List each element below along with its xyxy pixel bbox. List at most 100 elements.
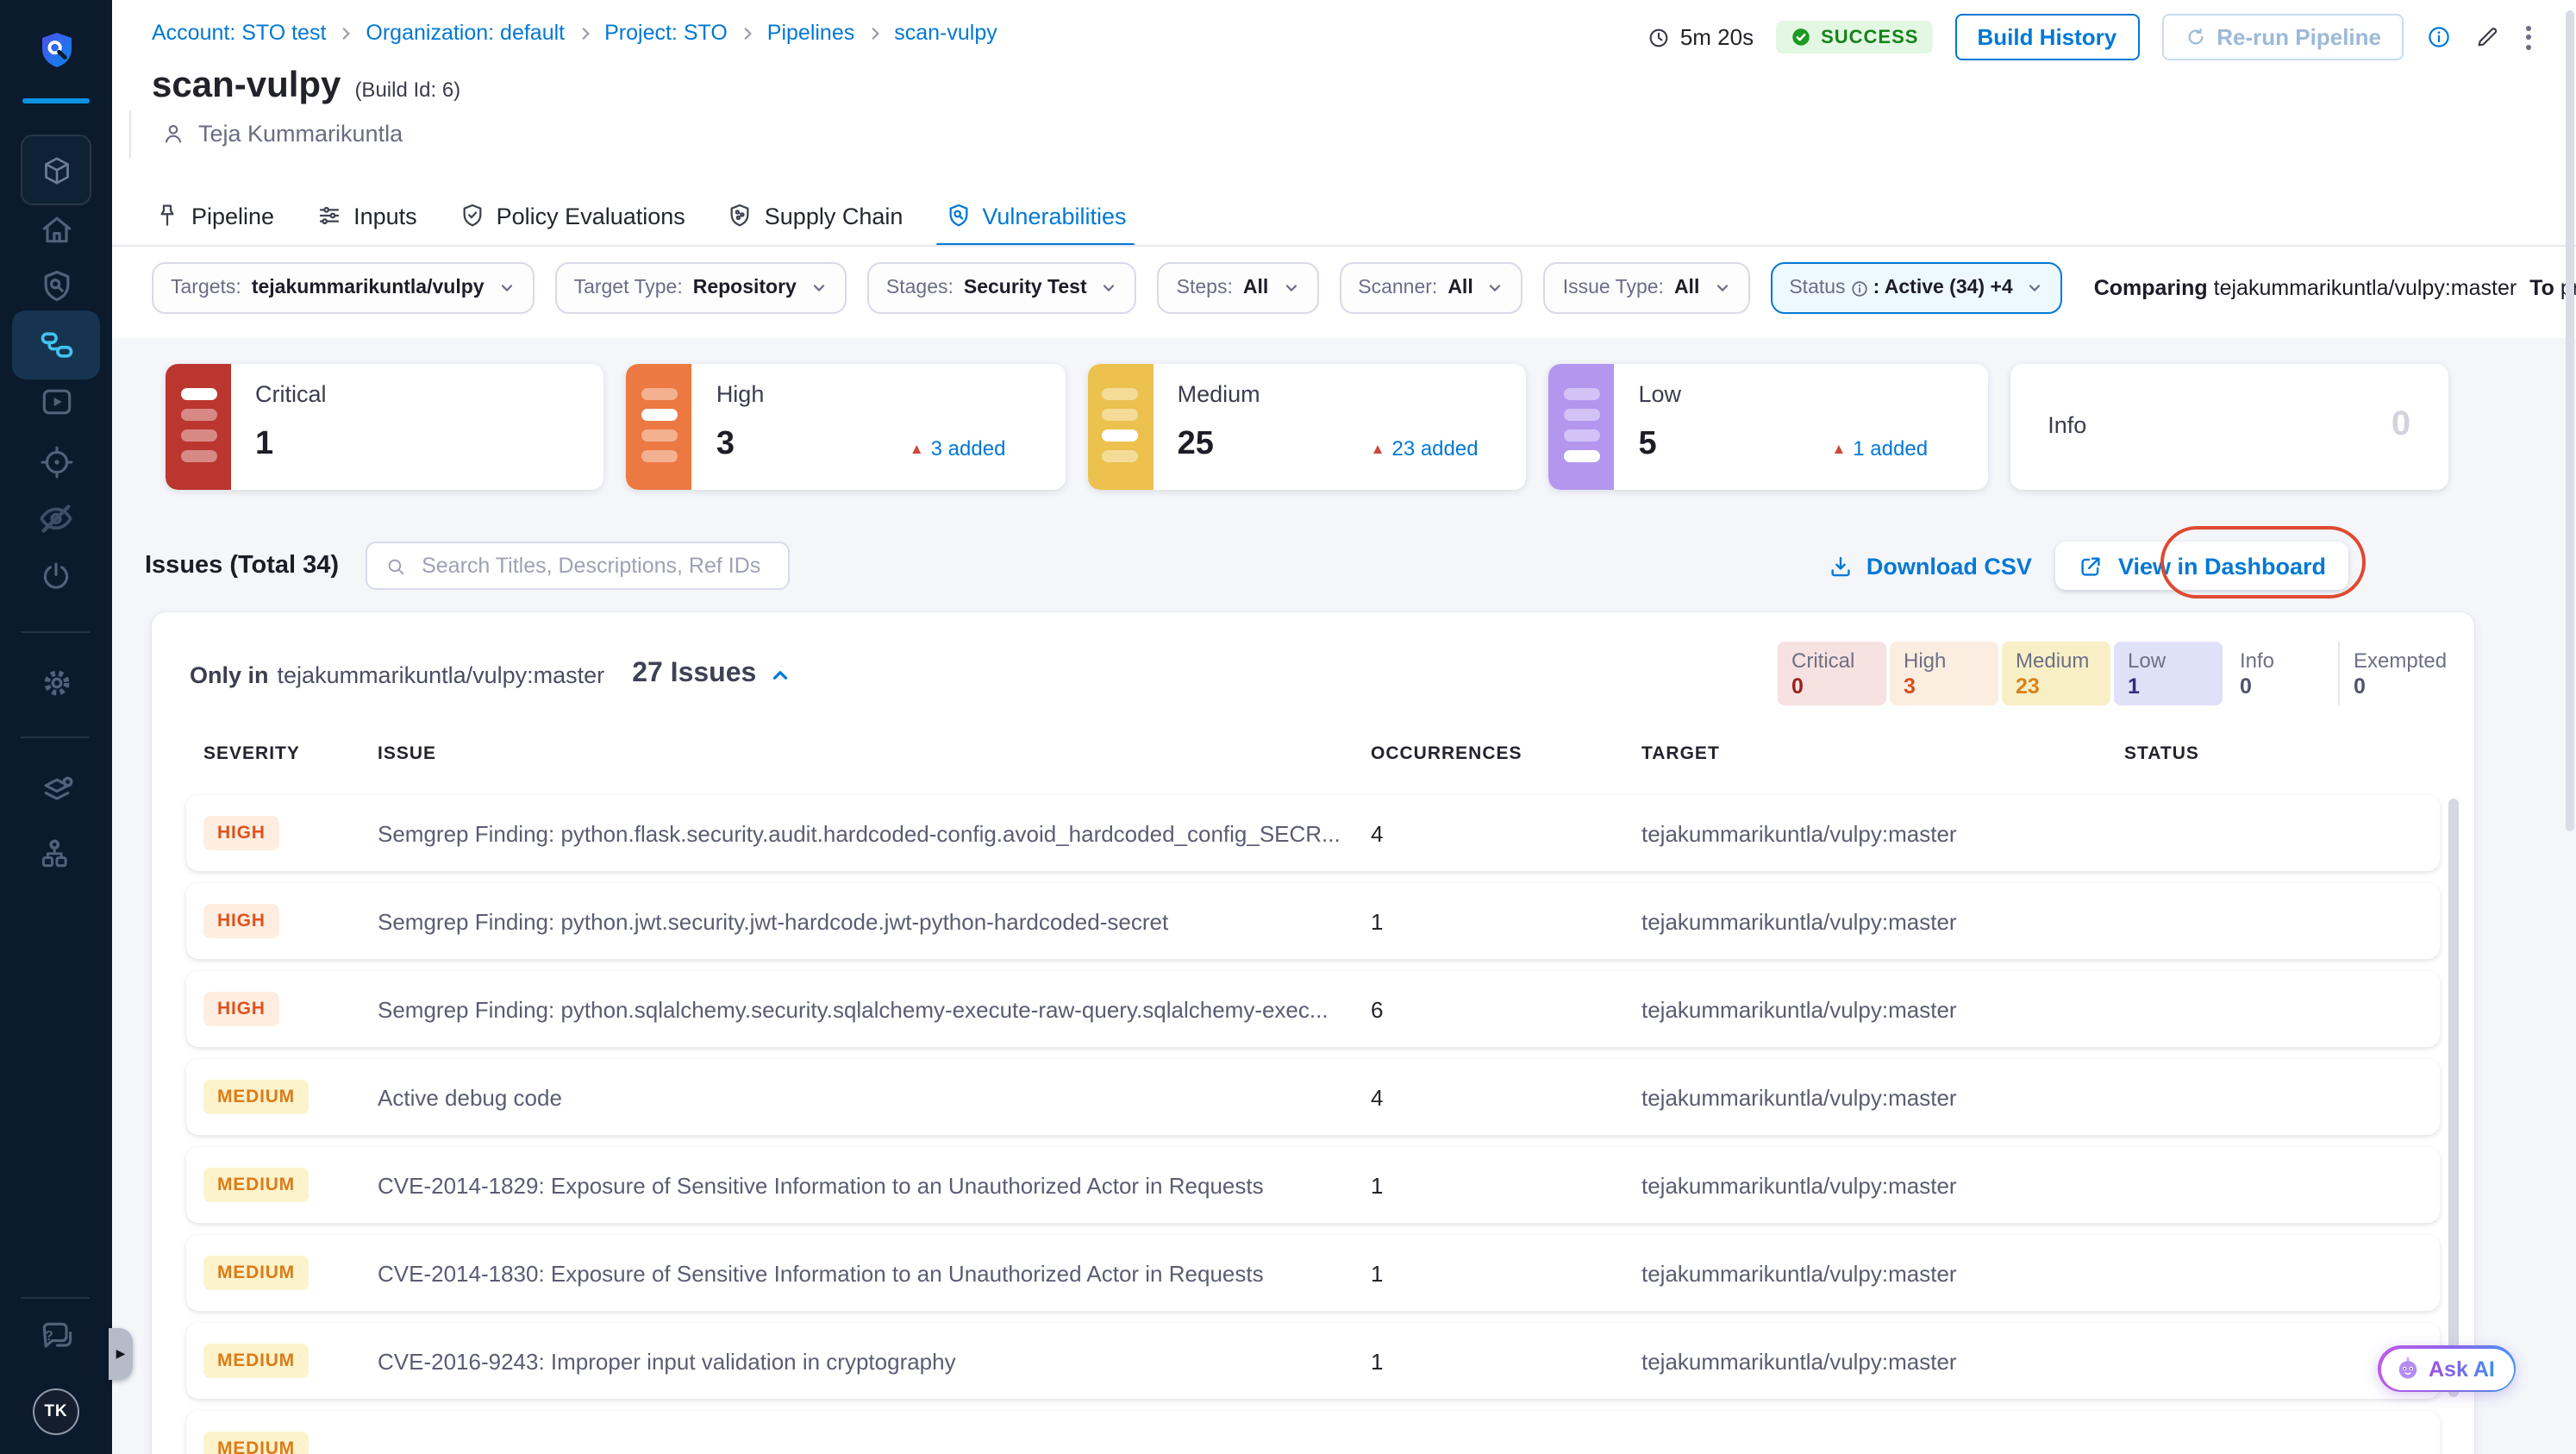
info-icon[interactable] [2426, 24, 2452, 50]
breadcrumb-pipelines[interactable]: Pipelines [767, 21, 854, 45]
title-row: scan-vulpy (Build Id: 6) [152, 66, 460, 107]
filter-status[interactable]: Status : Active (34) +4 [1770, 262, 2063, 314]
page-title: scan-vulpy [152, 66, 341, 105]
tab-vulnerabilities[interactable]: Vulnerabilities [935, 202, 1135, 247]
severity-card-high: High 3 ▲ 3 added [626, 364, 1066, 490]
filter-steps[interactable]: Steps: All [1157, 262, 1319, 314]
tab-supply-chain[interactable]: Supply Chain [727, 202, 903, 229]
issues-search[interactable] [365, 542, 790, 590]
added-count: ▲ 3 added [909, 436, 1006, 461]
table-row[interactable]: MEDIUM Active debug code 4 tejakummariku… [186, 1059, 2440, 1135]
table-row[interactable]: MEDIUM CVE-2016-9243: Improper input val… [186, 1323, 2440, 1399]
sidebar-item-home[interactable] [0, 210, 112, 248]
chevron-right-icon [338, 25, 353, 41]
play-box-icon [41, 389, 71, 415]
severity-bar [1548, 364, 1615, 490]
sidebar-item-overview[interactable] [0, 267, 112, 305]
issues-total-title: Issues (Total 34) [145, 552, 340, 580]
col-status: STATUS [2124, 743, 2199, 764]
breadcrumb-org[interactable]: Organization: default [366, 21, 565, 45]
check-circle-icon [1792, 28, 1810, 46]
table-row[interactable]: HIGH Semgrep Finding: python.jwt.securit… [186, 883, 2440, 959]
pill-high[interactable]: High 3 [1890, 642, 1998, 705]
table-scrollbar-thumb[interactable] [2448, 799, 2459, 1397]
left-nav: ? TK [0, 0, 112, 1454]
issues-table: HIGH Semgrep Finding: python.flask.secur… [186, 795, 2440, 1454]
sidebar-item-pipelines[interactable] [12, 310, 100, 379]
build-duration: 5m 20s [1648, 24, 1754, 50]
logo-active-underline [22, 98, 90, 103]
tab-inputs[interactable]: Inputs [316, 202, 417, 229]
gear-icon [43, 670, 69, 696]
breadcrumb-project[interactable]: Project: STO [604, 21, 728, 45]
help-question-glyph: ? [45, 1328, 53, 1344]
ai-robot-icon [2398, 1357, 2417, 1379]
breadcrumb-account[interactable]: Account: STO test [152, 21, 326, 45]
sliders-icon [316, 202, 343, 229]
table-row[interactable]: MEDIUM CVE-2014-1830: Exposure of Sensit… [186, 1235, 2440, 1311]
sidebar-item-executions[interactable] [0, 383, 112, 421]
chevron-right-icon [866, 25, 882, 41]
sidebar-item-hidden-issues[interactable] [0, 498, 112, 538]
pill-info[interactable]: Info 0 [2226, 642, 2335, 705]
comparing-label: Comparing tejakummarikuntla/vulpy:master… [2093, 276, 2576, 300]
ask-ai-button[interactable]: Ask AI [2378, 1345, 2517, 1392]
shield-search-icon [944, 202, 972, 229]
rerun-pipeline-button[interactable]: Re-run Pipeline [2161, 14, 2404, 60]
header-controls: 5m 20s SUCCESS Build History Re-run Pipe… [1648, 14, 2535, 60]
filter-bar: Targets: tejakummarikuntla/vulpy Target T… [152, 262, 2576, 314]
sidebar-item-org-setup[interactable] [0, 835, 112, 873]
download-csv-button[interactable]: Download CSV [1829, 553, 2032, 579]
table-row[interactable]: MEDIUM CVE-2014-1829: Exposure of Sensit… [186, 1147, 2440, 1223]
hierarchy-gear-icon [41, 839, 66, 868]
vulnerabilities-content: Critical 1 High 3 ▲ 3 added Medium 25 ▲ 23… [112, 338, 2576, 1454]
filter-issue-type[interactable]: Issue Type: All [1543, 262, 1750, 314]
pill-low[interactable]: Low 1 [2114, 642, 2223, 705]
tab-pipeline[interactable]: Pipeline [153, 202, 274, 229]
filter-stages[interactable]: Stages: Security Test [866, 262, 1137, 314]
table-row[interactable]: HIGH Semgrep Finding: python.sqlalchemy.… [186, 971, 2440, 1047]
sidebar-item-settings[interactable] [0, 664, 112, 702]
clock-icon [1650, 28, 1669, 47]
build-history-button[interactable]: Build History [1954, 14, 2140, 60]
home-icon [41, 216, 71, 243]
edit-pencil-icon[interactable] [2474, 24, 2500, 50]
table-row[interactable]: HIGH Semgrep Finding: python.flask.secur… [186, 795, 2440, 871]
author-timeline-rule [129, 110, 131, 159]
sto-logo-icon[interactable] [0, 29, 112, 71]
severity-badge: HIGH [203, 816, 279, 850]
page-scrollbar-thumb[interactable] [2566, 10, 2573, 831]
cube-icon [44, 156, 68, 184]
chevron-up-icon[interactable] [768, 663, 791, 686]
tab-policy-evaluations[interactable]: Policy Evaluations [459, 202, 685, 229]
sidebar-item-help[interactable] [0, 1318, 112, 1356]
sidebar-item-targets[interactable] [0, 443, 112, 481]
chat-help-icon [41, 1322, 72, 1348]
sidebar-item-exemptions[interactable] [0, 559, 112, 595]
search-input[interactable] [418, 552, 771, 580]
breadcrumb-current[interactable]: scan-vulpy [894, 21, 997, 45]
view-in-dashboard-button[interactable]: View in Dashboard [2055, 542, 2348, 590]
severity-badge: HIGH [203, 992, 279, 1026]
pill-exempted[interactable]: Exempted 0 [2338, 642, 2447, 705]
kebab-menu-icon[interactable] [2523, 22, 2535, 53]
added-count: ▲ 1 added [1831, 436, 1929, 461]
severity-badge: MEDIUM [203, 1432, 309, 1454]
table-header: SEVERITY ISSUE OCCURRENCES TARGET STATUS [186, 743, 2440, 764]
severity-bar [166, 364, 231, 490]
issues-toolbar: Issues (Total 34) Download CSV View in D… [145, 542, 2448, 590]
filter-scanner[interactable]: Scanner: All [1339, 262, 1523, 314]
module-selector-button[interactable] [21, 135, 91, 205]
pipeline-icon [40, 332, 72, 358]
sidebar-expand-toggle[interactable]: ▶ [109, 1328, 133, 1380]
filter-targets[interactable]: Targets: tejakummarikuntla/vulpy [152, 262, 535, 314]
pill-critical[interactable]: Critical 0 [1778, 642, 1886, 705]
pill-medium[interactable]: Medium 23 [2002, 642, 2110, 705]
filter-target-type[interactable]: Target Type: Repository [554, 262, 847, 314]
user-avatar[interactable]: TK [33, 1388, 79, 1435]
severity-badge: MEDIUM [203, 1168, 309, 1202]
chevron-down-icon [1487, 279, 1504, 297]
sidebar-item-project-setup[interactable] [0, 773, 112, 811]
issues-group-header: Only in tejakummarikuntla/vulpy:master 2… [190, 659, 791, 690]
table-row[interactable]: MEDIUM [186, 1411, 2440, 1454]
